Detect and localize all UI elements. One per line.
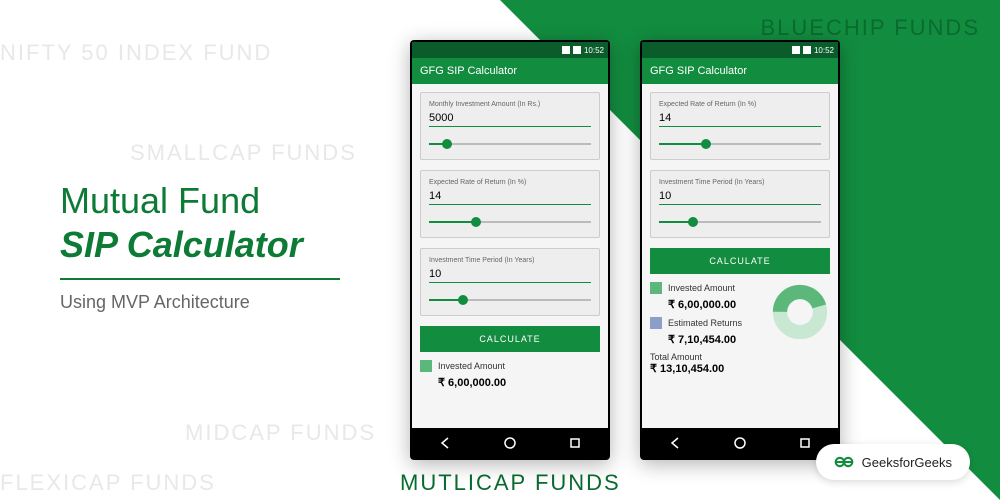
returns-value: ₹ 7,10,454.00 — [668, 333, 764, 346]
status-bar: 10:52 — [412, 42, 608, 58]
phone-mockup-1: 10:52 GFG SIP Calculator Monthly Investm… — [410, 40, 610, 460]
donut-chart — [770, 282, 830, 342]
phone-screen: 10:52 GFG SIP Calculator Monthly Investm… — [412, 42, 608, 428]
status-time: 10:52 — [814, 46, 834, 55]
bg-text: BLUECHIP FUNDS — [760, 15, 980, 41]
app-bar: GFG SIP Calculator — [412, 58, 608, 84]
bg-text: NIFTY 50 INDEX FUND — [0, 40, 272, 66]
phone-screen: 10:52 GFG SIP Calculator Expected Rate o… — [642, 42, 838, 428]
total-value: ₹ 13,10,454.00 — [650, 362, 764, 375]
phone-mockup-2: 10:52 GFG SIP Calculator Expected Rate o… — [640, 40, 840, 460]
rate-card: Expected Rate of Return (In %) 14 — [420, 170, 600, 238]
returns-row: Estimated Returns — [650, 317, 764, 329]
title-line1: Mutual Fund — [60, 180, 340, 222]
brand-pill[interactable]: GeeksforGeeks — [816, 444, 970, 480]
period-input[interactable]: 10 — [659, 190, 821, 205]
rate-input[interactable]: 14 — [659, 112, 821, 127]
field-label: Investment Time Period (In Years) — [659, 179, 821, 186]
monthly-slider[interactable] — [429, 137, 591, 151]
back-icon[interactable] — [668, 436, 682, 450]
android-nav-bar — [642, 428, 838, 458]
rate-slider[interactable] — [429, 215, 591, 229]
signal-icon — [562, 46, 570, 54]
returns-label: Estimated Returns — [668, 318, 742, 328]
results-section: Invested Amount ₹ 6,00,000.00 Estimated … — [650, 282, 830, 375]
app-bar: GFG SIP Calculator — [642, 58, 838, 84]
bg-text: SMALLCAP FUNDS — [130, 140, 357, 166]
invested-label: Invested Amount — [438, 361, 505, 371]
invested-label: Invested Amount — [668, 283, 735, 293]
returns-swatch — [650, 317, 662, 329]
invested-row: Invested Amount — [650, 282, 764, 294]
content-area: Monthly Investment Amount (In Rs.) 5000 … — [412, 84, 608, 428]
period-slider[interactable] — [659, 215, 821, 229]
status-time: 10:52 — [584, 46, 604, 55]
brand-name: GeeksforGeeks — [862, 455, 952, 470]
period-card: Investment Time Period (In Years) 10 — [420, 248, 600, 316]
calculate-button[interactable]: CALCULATE — [420, 326, 600, 352]
field-label: Expected Rate of Return (In %) — [429, 179, 591, 186]
title-block: Mutual Fund SIP Calculator Using MVP Arc… — [60, 180, 340, 313]
calculate-button[interactable]: CALCULATE — [650, 248, 830, 274]
monthly-investment-card: Monthly Investment Amount (In Rs.) 5000 — [420, 92, 600, 160]
field-label: Investment Time Period (In Years) — [429, 257, 591, 264]
status-bar: 10:52 — [642, 42, 838, 58]
invested-swatch — [650, 282, 662, 294]
period-slider[interactable] — [429, 293, 591, 307]
rate-slider[interactable] — [659, 137, 821, 151]
field-label: Expected Rate of Return (In %) — [659, 101, 821, 108]
battery-icon — [573, 46, 581, 54]
app-title: GFG SIP Calculator — [650, 65, 747, 77]
home-icon[interactable] — [733, 436, 747, 450]
app-title: GFG SIP Calculator — [420, 65, 517, 77]
android-nav-bar — [412, 428, 608, 458]
recents-icon[interactable] — [568, 436, 582, 450]
back-icon[interactable] — [438, 436, 452, 450]
title-divider — [60, 278, 340, 280]
title-line2: SIP Calculator — [60, 224, 340, 266]
monthly-input[interactable]: 5000 — [429, 112, 591, 127]
geeksforgeeks-icon — [834, 452, 854, 472]
rate-input[interactable]: 14 — [429, 190, 591, 205]
title-subtitle: Using MVP Architecture — [60, 292, 340, 313]
signal-icon — [792, 46, 800, 54]
battery-icon — [803, 46, 811, 54]
bg-text: MIDCAP FUNDS — [185, 420, 376, 446]
invested-swatch — [420, 360, 432, 372]
total-label: Total Amount — [650, 352, 764, 362]
bg-text: FLEXICAP FUNDS — [0, 470, 216, 496]
bg-text: MUTLICAP FUNDS — [400, 470, 621, 496]
content-area: Expected Rate of Return (In %) 14 Invest… — [642, 84, 838, 428]
period-card: Investment Time Period (In Years) 10 — [650, 170, 830, 238]
home-icon[interactable] — [503, 436, 517, 450]
invested-value: ₹ 6,00,000.00 — [668, 298, 764, 311]
invested-value: ₹ 6,00,000.00 — [438, 376, 600, 389]
period-input[interactable]: 10 — [429, 268, 591, 283]
field-label: Monthly Investment Amount (In Rs.) — [429, 101, 591, 108]
recents-icon[interactable] — [798, 436, 812, 450]
invested-row: Invested Amount — [420, 360, 600, 372]
rate-card: Expected Rate of Return (In %) 14 — [650, 92, 830, 160]
